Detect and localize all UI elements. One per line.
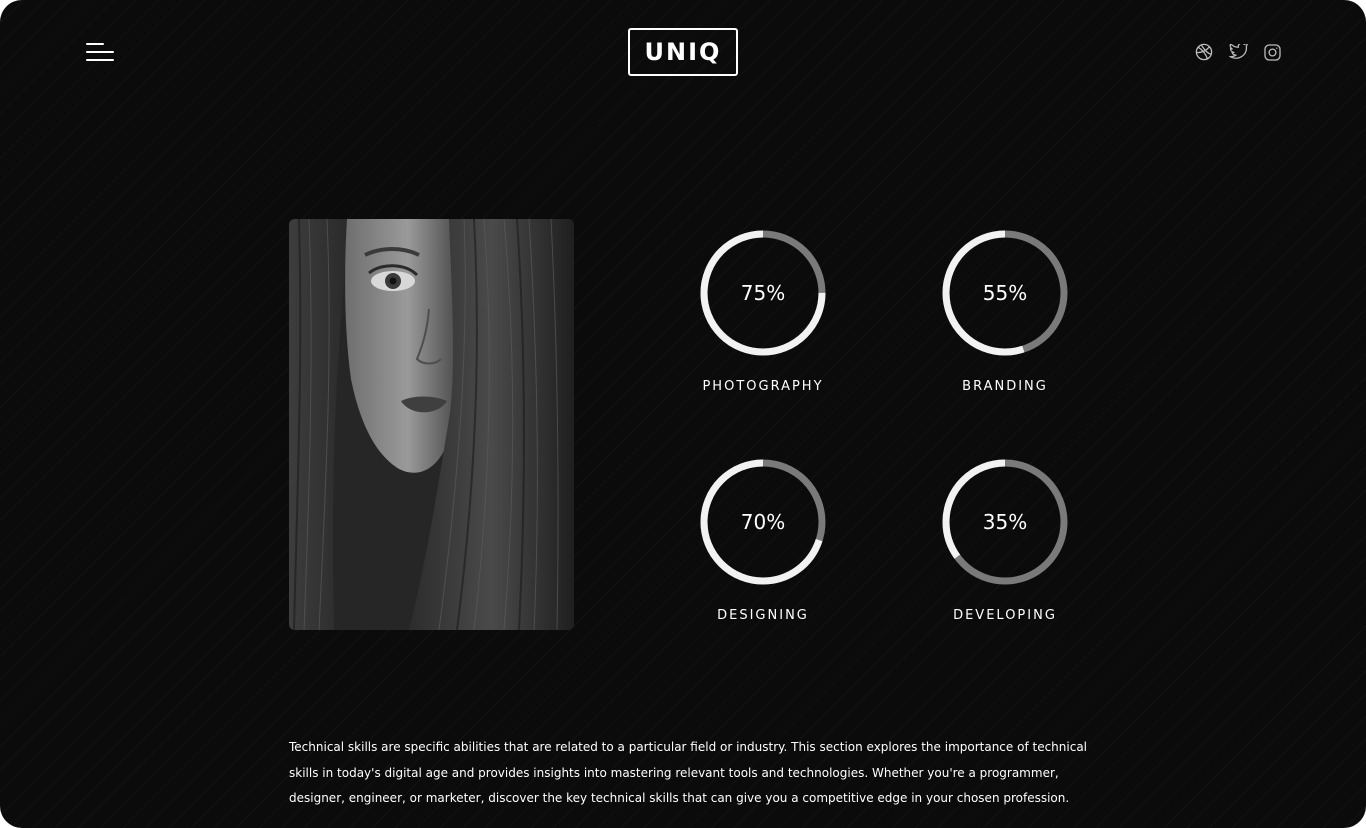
skill-designing: 70% DESIGNING <box>663 458 863 643</box>
progress-ring: 75% <box>699 229 827 357</box>
skill-label: DESIGNING <box>717 608 809 623</box>
instagram-icon[interactable] <box>1262 42 1282 62</box>
skill-percent: 75% <box>740 281 786 305</box>
skill-percent: 55% <box>982 281 1028 305</box>
skill-percent: 35% <box>982 510 1028 534</box>
dribbble-icon[interactable] <box>1194 42 1214 62</box>
portrait-photo <box>289 219 574 630</box>
twitter-icon[interactable] <box>1228 42 1248 62</box>
social-links <box>1194 42 1282 62</box>
skill-photography: 75% PHOTOGRAPHY <box>663 229 863 414</box>
progress-ring: 35% <box>941 458 1069 586</box>
skills-page: UNIQ 75% PHOTOGRAPHY 55% BRANDING 70% DE… <box>0 0 1366 828</box>
progress-ring: 70% <box>699 458 827 586</box>
skill-developing: 35% DEVELOPING <box>905 458 1105 643</box>
skills-description: Technical skills are specific abilities … <box>289 740 1087 806</box>
site-logo[interactable]: UNIQ <box>628 28 738 76</box>
menu-line <box>86 59 114 61</box>
skill-percent: 70% <box>740 510 786 534</box>
progress-ring: 55% <box>941 229 1069 357</box>
menu-line <box>86 51 114 53</box>
hamburger-menu-icon[interactable] <box>86 40 116 64</box>
skill-branding: 55% BRANDING <box>905 229 1105 414</box>
skill-label: PHOTOGRAPHY <box>702 379 824 394</box>
skill-label: DEVELOPING <box>953 608 1057 623</box>
skill-label: BRANDING <box>962 379 1048 394</box>
menu-line <box>86 43 104 45</box>
